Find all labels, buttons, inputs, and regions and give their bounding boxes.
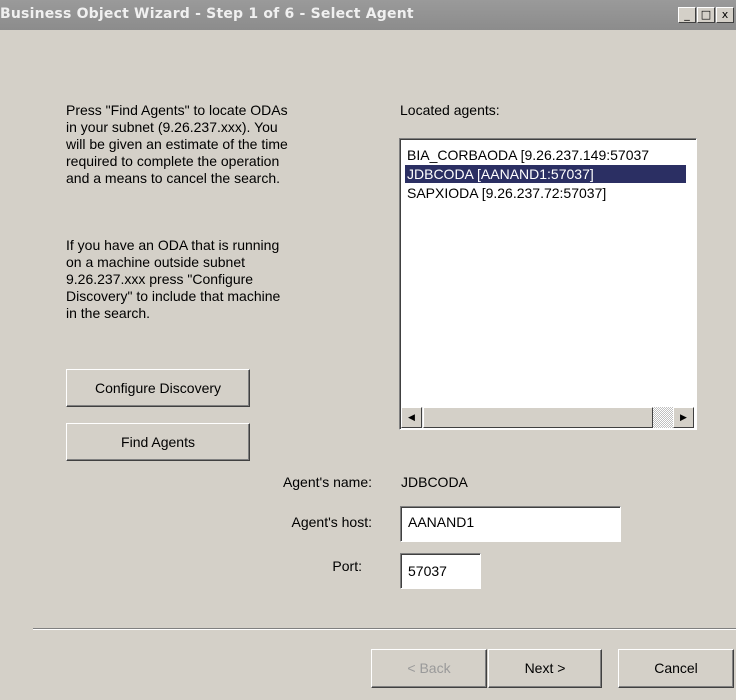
configure-instructions: If you have an ODA that is running on a … (66, 237, 281, 321)
title-bar: Business Object Wizard - Step 1 of 6 - S… (0, 0, 736, 30)
configure-discovery-button[interactable]: Configure Discovery (66, 369, 250, 407)
cancel-button[interactable]: Cancel (618, 649, 734, 688)
scroll-right-icon[interactable]: ▶ (673, 407, 694, 428)
located-agents-label: Located agents: (400, 102, 500, 118)
next-button[interactable]: Next > (488, 649, 602, 688)
agent-host-label: Agent's host: (291, 514, 373, 530)
port-value: 57037 (408, 563, 447, 579)
maximize-button[interactable]: □ (697, 7, 715, 23)
agent-host-field[interactable]: AANAND1 (400, 506, 621, 542)
separator (33, 628, 736, 630)
scroll-thumb[interactable] (423, 407, 653, 428)
port-label: Port: (332, 558, 362, 574)
horizontal-scrollbar[interactable]: ◀ ▶ (401, 407, 694, 428)
close-button[interactable]: x (716, 7, 734, 23)
port-field[interactable]: 57037 (400, 553, 481, 589)
agent-host-value: AANAND1 (408, 514, 475, 530)
list-item[interactable]: BIA_CORBAODA [9.26.237.149:57037 (405, 146, 649, 164)
scroll-left-icon[interactable]: ◀ (401, 407, 422, 428)
list-item-selected[interactable]: JDBCODA [AANAND1:57037] (405, 165, 686, 183)
list-item[interactable]: SAPXIODA [9.26.237.72:57037] (405, 184, 606, 202)
find-instructions: Press "Find Agents" to locate ODAs in yo… (66, 102, 288, 186)
agent-name-value: JDBCODA (401, 474, 468, 490)
located-agents-list[interactable]: BIA_CORBAODA [9.26.237.149:57037 JDBCODA… (399, 138, 697, 430)
minimize-button[interactable]: _ (678, 7, 696, 23)
find-agents-button[interactable]: Find Agents (66, 423, 250, 461)
agent-name-label: Agent's name: (282, 474, 372, 490)
back-button[interactable]: < Back (371, 649, 487, 688)
scroll-track[interactable] (653, 407, 673, 428)
window-title: Business Object Wizard - Step 1 of 6 - S… (0, 6, 414, 22)
